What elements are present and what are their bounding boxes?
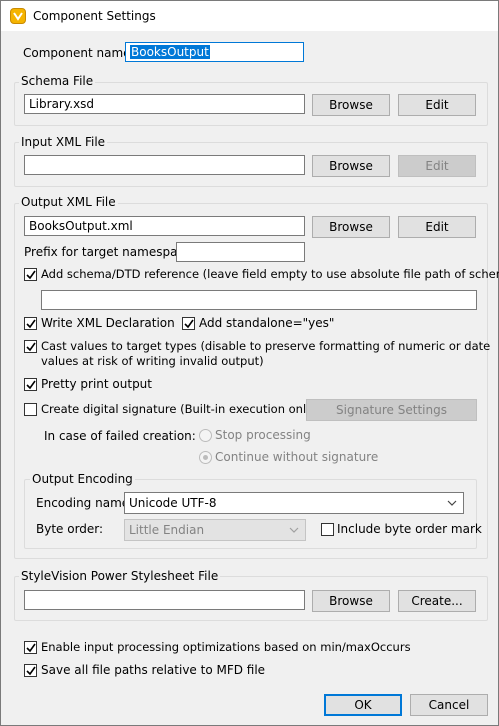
chevron-down-icon (289, 523, 299, 539)
component-name-value: BooksOutput (130, 45, 210, 59)
encoding-name-label: Encoding name: (36, 496, 134, 510)
signature-settings-button[interactable]: Signature Settings (306, 399, 477, 421)
add-schema-label: Add schema/DTD reference (leave field em… (41, 267, 499, 281)
byte-order-label: Byte order: (36, 522, 104, 536)
encoding-name-value: Unicode UTF-8 (129, 496, 217, 510)
cancel-button[interactable]: Cancel (410, 694, 488, 716)
failed-creation-label: In case of failed creation: (44, 429, 196, 443)
ok-button[interactable]: OK (324, 694, 402, 716)
output-encoding-group-label: Output Encoding (30, 471, 135, 487)
input-xml-edit-button[interactable]: Edit (398, 155, 476, 177)
window-title: Component Settings (33, 9, 156, 23)
input-optimizations-checkbox[interactable] (24, 641, 37, 654)
component-name-label: Component name: (23, 46, 135, 60)
prefix-namespace-label: Prefix for target namespace: (24, 245, 196, 259)
cast-values-label-line1: Cast values to target types (disable to … (41, 339, 491, 353)
continue-without-signature-label: Continue without signature (215, 450, 379, 464)
output-xml-input[interactable]: BooksOutput.xml (24, 216, 305, 236)
digital-signature-label: Create digital signature (Built-in execu… (41, 402, 318, 416)
checkmark-icon (25, 342, 36, 351)
altova-mapforce-icon (10, 8, 26, 24)
prefix-namespace-input[interactable] (176, 242, 305, 262)
input-xml-input[interactable] (24, 155, 305, 175)
radio-selected-dot (203, 455, 208, 460)
component-name-input[interactable]: BooksOutput (125, 42, 304, 62)
title-bar: Component Settings (1, 1, 498, 31)
schema-edit-button[interactable]: Edit (398, 94, 476, 116)
byte-order-select[interactable]: Little Endian (124, 519, 306, 541)
input-xml-browse-button[interactable]: Browse (312, 155, 390, 177)
write-xml-declaration-label: Write XML Declaration (41, 316, 175, 330)
add-standalone-checkbox[interactable] (182, 317, 195, 330)
digital-signature-checkbox[interactable] (24, 403, 37, 416)
cast-values-label-line2: values at risk of writing invalid output… (41, 354, 264, 368)
relative-paths-label: Save all file paths relative to MFD file (41, 663, 266, 677)
input-optimizations-label: Enable input processing optimizations ba… (41, 640, 411, 654)
output-xml-browse-button[interactable]: Browse (312, 216, 390, 238)
checkmark-icon (25, 643, 36, 652)
byte-order-value: Little Endian (129, 523, 205, 537)
stop-processing-label: Stop processing (215, 428, 311, 442)
cast-values-checkbox[interactable] (24, 340, 37, 353)
schema-browse-button[interactable]: Browse (312, 94, 390, 116)
chevron-down-icon (447, 496, 457, 512)
include-bom-checkbox[interactable] (321, 523, 334, 536)
checkmark-icon (25, 319, 36, 328)
checkmark-icon (25, 380, 36, 389)
relative-paths-checkbox[interactable] (24, 664, 37, 677)
output-xml-edit-button[interactable]: Edit (398, 216, 476, 238)
checkmark-icon (25, 666, 36, 675)
schema-file-input[interactable]: Library.xsd (24, 94, 305, 114)
stop-processing-radio[interactable] (199, 429, 212, 442)
checkmark-icon (25, 270, 36, 279)
input-xml-group-label: Input XML File (19, 134, 108, 150)
pretty-print-checkbox[interactable] (24, 378, 37, 391)
output-xml-group-label: Output XML File (19, 194, 118, 210)
component-settings-dialog: Component Settings Component name: Books… (0, 0, 499, 726)
checkmark-icon (183, 319, 194, 328)
stylevision-input[interactable] (24, 590, 305, 610)
continue-without-signature-radio[interactable] (199, 451, 212, 464)
add-standalone-label: Add standalone="yes" (199, 316, 335, 330)
encoding-name-select[interactable]: Unicode UTF-8 (124, 492, 464, 514)
schema-reference-input[interactable] (41, 290, 477, 310)
stylevision-browse-button[interactable]: Browse (312, 590, 390, 612)
write-xml-declaration-checkbox[interactable] (24, 317, 37, 330)
include-bom-label: Include byte order mark (337, 522, 482, 536)
stylevision-create-button[interactable]: Create... (398, 590, 476, 612)
schema-file-group-label: Schema File (19, 73, 96, 89)
stylevision-group-label: StyleVision Power Stylesheet File (19, 568, 221, 584)
pretty-print-label: Pretty print output (41, 377, 152, 391)
add-schema-checkbox[interactable] (24, 268, 37, 281)
